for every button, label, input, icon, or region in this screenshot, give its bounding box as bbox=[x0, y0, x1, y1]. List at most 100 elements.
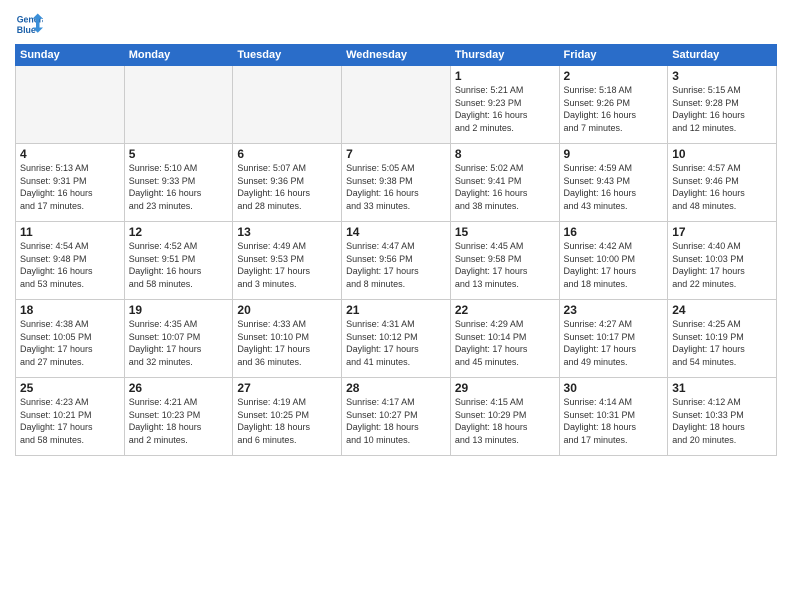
day-number: 29 bbox=[455, 381, 555, 395]
day-number: 19 bbox=[129, 303, 229, 317]
calendar-cell: 9Sunrise: 4:59 AM Sunset: 9:43 PM Daylig… bbox=[559, 144, 668, 222]
logo-icon: General Blue bbox=[15, 10, 43, 38]
day-number: 9 bbox=[564, 147, 664, 161]
weekday-header-tuesday: Tuesday bbox=[233, 45, 342, 66]
calendar-cell: 22Sunrise: 4:29 AM Sunset: 10:14 PM Dayl… bbox=[450, 300, 559, 378]
logo: General Blue bbox=[15, 10, 45, 38]
calendar-cell: 28Sunrise: 4:17 AM Sunset: 10:27 PM Dayl… bbox=[342, 378, 451, 456]
day-number: 8 bbox=[455, 147, 555, 161]
day-number: 15 bbox=[455, 225, 555, 239]
calendar-cell: 30Sunrise: 4:14 AM Sunset: 10:31 PM Dayl… bbox=[559, 378, 668, 456]
day-number: 11 bbox=[20, 225, 120, 239]
day-info: Sunrise: 4:45 AM Sunset: 9:58 PM Dayligh… bbox=[455, 240, 555, 290]
calendar-cell: 23Sunrise: 4:27 AM Sunset: 10:17 PM Dayl… bbox=[559, 300, 668, 378]
day-number: 13 bbox=[237, 225, 337, 239]
calendar-cell bbox=[124, 66, 233, 144]
calendar-cell: 6Sunrise: 5:07 AM Sunset: 9:36 PM Daylig… bbox=[233, 144, 342, 222]
week-row-4: 18Sunrise: 4:38 AM Sunset: 10:05 PM Dayl… bbox=[16, 300, 777, 378]
calendar-cell: 20Sunrise: 4:33 AM Sunset: 10:10 PM Dayl… bbox=[233, 300, 342, 378]
calendar-cell bbox=[16, 66, 125, 144]
day-number: 5 bbox=[129, 147, 229, 161]
day-info: Sunrise: 5:18 AM Sunset: 9:26 PM Dayligh… bbox=[564, 84, 664, 134]
weekday-header-friday: Friday bbox=[559, 45, 668, 66]
day-info: Sunrise: 5:07 AM Sunset: 9:36 PM Dayligh… bbox=[237, 162, 337, 212]
day-info: Sunrise: 5:02 AM Sunset: 9:41 PM Dayligh… bbox=[455, 162, 555, 212]
day-info: Sunrise: 5:15 AM Sunset: 9:28 PM Dayligh… bbox=[672, 84, 772, 134]
day-number: 2 bbox=[564, 69, 664, 83]
day-number: 27 bbox=[237, 381, 337, 395]
calendar-cell: 12Sunrise: 4:52 AM Sunset: 9:51 PM Dayli… bbox=[124, 222, 233, 300]
day-number: 4 bbox=[20, 147, 120, 161]
calendar-cell: 4Sunrise: 5:13 AM Sunset: 9:31 PM Daylig… bbox=[16, 144, 125, 222]
week-row-1: 1Sunrise: 5:21 AM Sunset: 9:23 PM Daylig… bbox=[16, 66, 777, 144]
calendar-cell: 16Sunrise: 4:42 AM Sunset: 10:00 PM Dayl… bbox=[559, 222, 668, 300]
day-info: Sunrise: 4:38 AM Sunset: 10:05 PM Daylig… bbox=[20, 318, 120, 368]
svg-text:Blue: Blue bbox=[17, 25, 36, 35]
weekday-header-wednesday: Wednesday bbox=[342, 45, 451, 66]
day-info: Sunrise: 4:21 AM Sunset: 10:23 PM Daylig… bbox=[129, 396, 229, 446]
day-number: 30 bbox=[564, 381, 664, 395]
calendar-cell: 24Sunrise: 4:25 AM Sunset: 10:19 PM Dayl… bbox=[668, 300, 777, 378]
day-info: Sunrise: 4:57 AM Sunset: 9:46 PM Dayligh… bbox=[672, 162, 772, 212]
calendar-cell: 11Sunrise: 4:54 AM Sunset: 9:48 PM Dayli… bbox=[16, 222, 125, 300]
day-info: Sunrise: 5:05 AM Sunset: 9:38 PM Dayligh… bbox=[346, 162, 446, 212]
day-number: 10 bbox=[672, 147, 772, 161]
day-number: 23 bbox=[564, 303, 664, 317]
day-info: Sunrise: 4:33 AM Sunset: 10:10 PM Daylig… bbox=[237, 318, 337, 368]
weekday-header-row: SundayMondayTuesdayWednesdayThursdayFrid… bbox=[16, 45, 777, 66]
day-info: Sunrise: 4:19 AM Sunset: 10:25 PM Daylig… bbox=[237, 396, 337, 446]
calendar-cell bbox=[233, 66, 342, 144]
calendar-cell: 15Sunrise: 4:45 AM Sunset: 9:58 PM Dayli… bbox=[450, 222, 559, 300]
day-info: Sunrise: 4:27 AM Sunset: 10:17 PM Daylig… bbox=[564, 318, 664, 368]
day-info: Sunrise: 4:31 AM Sunset: 10:12 PM Daylig… bbox=[346, 318, 446, 368]
day-info: Sunrise: 5:13 AM Sunset: 9:31 PM Dayligh… bbox=[20, 162, 120, 212]
day-info: Sunrise: 5:10 AM Sunset: 9:33 PM Dayligh… bbox=[129, 162, 229, 212]
calendar-cell: 5Sunrise: 5:10 AM Sunset: 9:33 PM Daylig… bbox=[124, 144, 233, 222]
page-container: General Blue SundayMondayTuesdayWednesda… bbox=[0, 0, 792, 464]
day-info: Sunrise: 4:29 AM Sunset: 10:14 PM Daylig… bbox=[455, 318, 555, 368]
week-row-2: 4Sunrise: 5:13 AM Sunset: 9:31 PM Daylig… bbox=[16, 144, 777, 222]
calendar-cell: 17Sunrise: 4:40 AM Sunset: 10:03 PM Dayl… bbox=[668, 222, 777, 300]
day-number: 21 bbox=[346, 303, 446, 317]
day-number: 17 bbox=[672, 225, 772, 239]
week-row-3: 11Sunrise: 4:54 AM Sunset: 9:48 PM Dayli… bbox=[16, 222, 777, 300]
day-info: Sunrise: 4:25 AM Sunset: 10:19 PM Daylig… bbox=[672, 318, 772, 368]
day-info: Sunrise: 4:15 AM Sunset: 10:29 PM Daylig… bbox=[455, 396, 555, 446]
day-info: Sunrise: 4:59 AM Sunset: 9:43 PM Dayligh… bbox=[564, 162, 664, 212]
day-number: 7 bbox=[346, 147, 446, 161]
calendar-cell: 7Sunrise: 5:05 AM Sunset: 9:38 PM Daylig… bbox=[342, 144, 451, 222]
calendar-cell: 13Sunrise: 4:49 AM Sunset: 9:53 PM Dayli… bbox=[233, 222, 342, 300]
day-number: 20 bbox=[237, 303, 337, 317]
day-info: Sunrise: 4:35 AM Sunset: 10:07 PM Daylig… bbox=[129, 318, 229, 368]
day-number: 22 bbox=[455, 303, 555, 317]
day-info: Sunrise: 5:21 AM Sunset: 9:23 PM Dayligh… bbox=[455, 84, 555, 134]
header: General Blue bbox=[15, 10, 777, 38]
calendar-cell: 21Sunrise: 4:31 AM Sunset: 10:12 PM Dayl… bbox=[342, 300, 451, 378]
calendar-cell: 26Sunrise: 4:21 AM Sunset: 10:23 PM Dayl… bbox=[124, 378, 233, 456]
day-info: Sunrise: 4:49 AM Sunset: 9:53 PM Dayligh… bbox=[237, 240, 337, 290]
weekday-header-thursday: Thursday bbox=[450, 45, 559, 66]
calendar-cell: 29Sunrise: 4:15 AM Sunset: 10:29 PM Dayl… bbox=[450, 378, 559, 456]
day-info: Sunrise: 4:14 AM Sunset: 10:31 PM Daylig… bbox=[564, 396, 664, 446]
calendar-cell: 8Sunrise: 5:02 AM Sunset: 9:41 PM Daylig… bbox=[450, 144, 559, 222]
calendar-cell: 10Sunrise: 4:57 AM Sunset: 9:46 PM Dayli… bbox=[668, 144, 777, 222]
day-number: 24 bbox=[672, 303, 772, 317]
day-info: Sunrise: 4:52 AM Sunset: 9:51 PM Dayligh… bbox=[129, 240, 229, 290]
calendar-cell: 27Sunrise: 4:19 AM Sunset: 10:25 PM Dayl… bbox=[233, 378, 342, 456]
calendar-cell: 1Sunrise: 5:21 AM Sunset: 9:23 PM Daylig… bbox=[450, 66, 559, 144]
day-info: Sunrise: 4:23 AM Sunset: 10:21 PM Daylig… bbox=[20, 396, 120, 446]
day-number: 25 bbox=[20, 381, 120, 395]
day-info: Sunrise: 4:12 AM Sunset: 10:33 PM Daylig… bbox=[672, 396, 772, 446]
day-number: 28 bbox=[346, 381, 446, 395]
calendar-table: SundayMondayTuesdayWednesdayThursdayFrid… bbox=[15, 44, 777, 456]
day-number: 31 bbox=[672, 381, 772, 395]
day-info: Sunrise: 4:17 AM Sunset: 10:27 PM Daylig… bbox=[346, 396, 446, 446]
calendar-cell: 25Sunrise: 4:23 AM Sunset: 10:21 PM Dayl… bbox=[16, 378, 125, 456]
day-info: Sunrise: 4:54 AM Sunset: 9:48 PM Dayligh… bbox=[20, 240, 120, 290]
day-number: 1 bbox=[455, 69, 555, 83]
day-number: 26 bbox=[129, 381, 229, 395]
weekday-header-monday: Monday bbox=[124, 45, 233, 66]
day-number: 3 bbox=[672, 69, 772, 83]
day-number: 16 bbox=[564, 225, 664, 239]
calendar-cell: 2Sunrise: 5:18 AM Sunset: 9:26 PM Daylig… bbox=[559, 66, 668, 144]
